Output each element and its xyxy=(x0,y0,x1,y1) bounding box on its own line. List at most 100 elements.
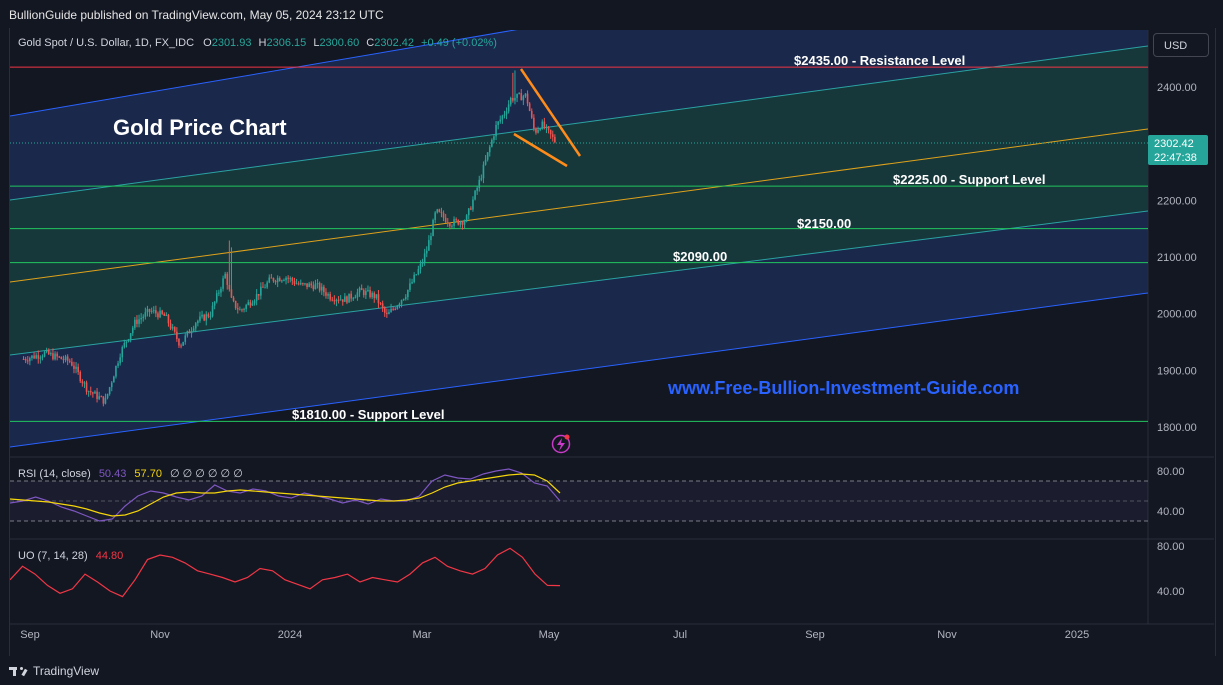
candle-body xyxy=(251,303,254,306)
candle-body xyxy=(289,278,292,280)
candle-body xyxy=(129,333,132,340)
candle-body xyxy=(461,222,464,225)
candle-body xyxy=(541,121,544,129)
tradingview-logo[interactable]: TradingView xyxy=(9,664,99,678)
candle-body xyxy=(47,350,50,355)
candle-body xyxy=(142,316,145,319)
candle-body xyxy=(253,300,256,304)
candle-body xyxy=(75,366,77,369)
candle-body xyxy=(404,297,407,299)
candle-body xyxy=(398,303,401,306)
uo-tick-label: 40.00 xyxy=(1157,586,1185,598)
candle-body xyxy=(173,327,176,332)
candle-body xyxy=(465,215,468,222)
candle-body xyxy=(272,278,275,282)
candle-body xyxy=(358,288,361,293)
candle-body xyxy=(444,217,447,223)
price-chart-svg[interactable]: Gold Price Chart www.Free-Bullion-Invest… xyxy=(0,0,1223,656)
uo-pane[interactable] xyxy=(10,547,561,598)
candle-body xyxy=(115,365,117,377)
candle-body xyxy=(50,353,52,355)
level-2150-label[interactable]: $2150.00 xyxy=(797,216,851,231)
symbol-legend[interactable]: Gold Spot / U.S. Dollar, 1D, FX_IDC O230… xyxy=(18,37,497,49)
support-1810-label[interactable]: $1810.00 - Support Level xyxy=(292,407,444,422)
candle-body xyxy=(302,283,304,285)
candle-body xyxy=(255,293,258,301)
candle-body xyxy=(430,236,432,241)
candle-body xyxy=(106,393,109,398)
uo-legend[interactable]: UO (7, 14, 28) 44.80 xyxy=(18,550,123,562)
candle-body xyxy=(100,396,103,398)
candle-body xyxy=(486,152,489,160)
tradingview-icon xyxy=(9,665,29,677)
candle-body xyxy=(505,111,508,115)
candle-body xyxy=(323,286,325,293)
candle-body xyxy=(320,286,323,291)
candle-body xyxy=(176,331,178,339)
time-axis[interactable]: Sep Nov 2024 Mar May Jul Sep Nov 2025 xyxy=(20,629,1089,641)
candle-body xyxy=(186,331,189,336)
candle-body xyxy=(495,124,497,137)
lightning-icon[interactable] xyxy=(551,434,571,454)
candle-body xyxy=(537,129,539,133)
candle-body xyxy=(169,323,172,329)
price-tick-label: 2000.00 xyxy=(1157,309,1197,321)
candle-body xyxy=(184,335,187,342)
price-tick-label: 2200.00 xyxy=(1157,195,1197,207)
resistance-label[interactable]: $2435.00 - Resistance Level xyxy=(794,53,965,68)
candle-body xyxy=(484,159,487,165)
candle-body xyxy=(379,303,382,305)
candle-body xyxy=(29,358,31,362)
currency-button[interactable]: USD xyxy=(1153,33,1209,57)
candle-body xyxy=(58,356,61,358)
candle-body xyxy=(295,283,298,285)
rsi-legend[interactable]: RSI (14, close) 50.43 57.70 ∅ ∅ ∅ ∅ ∅ ∅ xyxy=(18,468,243,480)
candle-body xyxy=(68,360,71,362)
candle-body xyxy=(257,293,260,296)
candle-body xyxy=(94,391,96,394)
candle-body xyxy=(155,310,157,314)
candle-body xyxy=(205,314,208,321)
chart-title-annotation[interactable]: Gold Price Chart xyxy=(113,115,287,140)
candle-body xyxy=(79,371,82,382)
candle-body xyxy=(220,288,222,293)
candle-body xyxy=(524,93,527,97)
candle-body xyxy=(304,283,306,285)
candle-body xyxy=(362,290,365,296)
candle-body xyxy=(60,356,63,360)
time-tick-label: Sep xyxy=(805,629,825,641)
candle-body xyxy=(77,366,79,372)
candle-body xyxy=(428,240,430,251)
candle-body xyxy=(159,310,161,318)
candle-body xyxy=(421,262,424,264)
level-2090-label[interactable]: $2090.00 xyxy=(673,249,727,264)
candle-body xyxy=(52,353,54,360)
notification-dot xyxy=(564,434,570,440)
candle-body xyxy=(325,292,327,296)
candle-body xyxy=(83,382,86,384)
time-tick-label: May xyxy=(539,629,560,641)
candle-body xyxy=(442,213,445,218)
candle-body xyxy=(346,296,348,303)
candle-body xyxy=(554,136,556,143)
support-2225-label[interactable]: $2225.00 - Support Level xyxy=(893,172,1045,187)
candle-body xyxy=(247,302,250,305)
candle-body xyxy=(62,359,65,361)
candle-body xyxy=(201,314,203,317)
candle-body xyxy=(474,190,476,200)
candle-body xyxy=(526,93,529,104)
candle-body xyxy=(98,396,100,399)
candle-body xyxy=(392,308,394,310)
candle-body xyxy=(92,392,94,394)
candle-body xyxy=(425,250,428,254)
candle-body xyxy=(467,208,470,216)
candle-body xyxy=(140,318,142,320)
price-axis[interactable]: 1800.001900.002000.002100.002200.002300.… xyxy=(1157,82,1197,434)
candle-body xyxy=(438,209,441,212)
candle-body xyxy=(396,305,399,310)
website-annotation[interactable]: www.Free-Bullion-Investment-Guide.com xyxy=(667,378,1019,398)
price-tick-label: 1800.00 xyxy=(1157,422,1197,434)
candle-body xyxy=(451,225,453,227)
candle-body xyxy=(228,284,231,290)
candle-body xyxy=(188,331,191,334)
